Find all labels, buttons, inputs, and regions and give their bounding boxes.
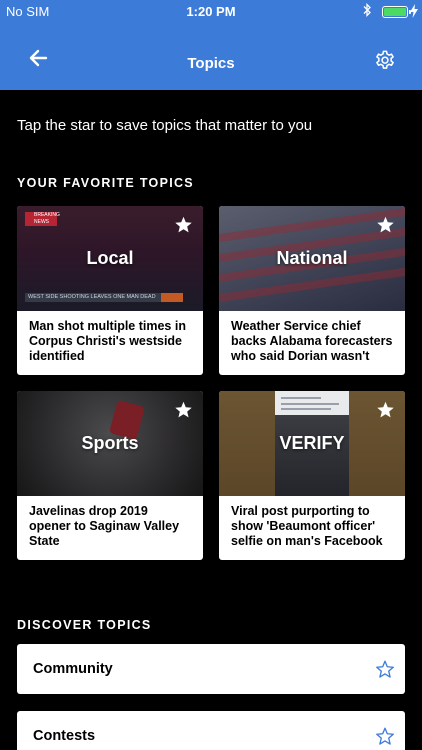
star-filled-icon[interactable]	[174, 401, 193, 419]
news-banner: WEST SIDE SHOOTING LEAVES ONE MAN DEAD	[25, 293, 161, 302]
star-outline-icon[interactable]	[375, 727, 395, 746]
page-title: Topics	[187, 55, 235, 72]
star-filled-icon[interactable]	[174, 216, 193, 234]
topic-headline: Javelinas drop 2019 opener to Saginaw Va…	[29, 504, 180, 548]
clock: 1:20 PM	[186, 4, 236, 19]
discover-heading: DISCOVER TOPICS	[17, 618, 152, 632]
star-filled-icon[interactable]	[376, 401, 395, 419]
status-bar: No SIM 1:20 PM	[0, 0, 422, 24]
topic-card-verify[interactable]: VERIFY Viral post purporting to show 'Be…	[219, 391, 405, 560]
discover-item-community[interactable]: Community	[17, 644, 405, 694]
topic-label: VERIFY	[279, 433, 345, 453]
breaking-news-logo: BREAKING NEWS	[25, 212, 60, 226]
banner-accent	[161, 293, 183, 302]
topic-headline: Weather Service chief backs Alabama fore…	[231, 319, 393, 365]
nav-bar: Topics	[0, 24, 422, 90]
intro-text: Tap the star to save topics that matter …	[17, 117, 313, 134]
topic-label: Local	[86, 248, 134, 268]
topic-headline: Man shot multiple times in Corpus Christ…	[29, 319, 186, 363]
topic-card-sports[interactable]: Sports Javelinas drop 2019 opener to Sag…	[17, 391, 203, 560]
charging-bolt-icon	[410, 4, 418, 18]
discover-item-contests[interactable]: Contests	[17, 711, 405, 750]
topic-label: National	[276, 248, 348, 268]
bluetooth-icon	[363, 3, 371, 17]
topic-card-local[interactable]: BREAKING NEWS WEST SIDE SHOOTING LEAVES …	[17, 206, 203, 375]
favorites-heading: YOUR FAVORITE TOPICS	[17, 176, 194, 190]
star-filled-icon[interactable]	[376, 216, 395, 234]
topic-label: Sports	[81, 433, 139, 453]
star-outline-icon[interactable]	[375, 660, 395, 679]
battery-icon	[382, 6, 411, 18]
discover-item-label: Community	[33, 661, 113, 677]
topic-headline: Viral post purporting to show 'Beaumont …	[231, 504, 383, 550]
discover-item-label: Contests	[33, 728, 96, 744]
gear-icon[interactable]	[374, 50, 396, 72]
topic-card-national[interactable]: National Weather Service chief backs Ala…	[219, 206, 405, 375]
